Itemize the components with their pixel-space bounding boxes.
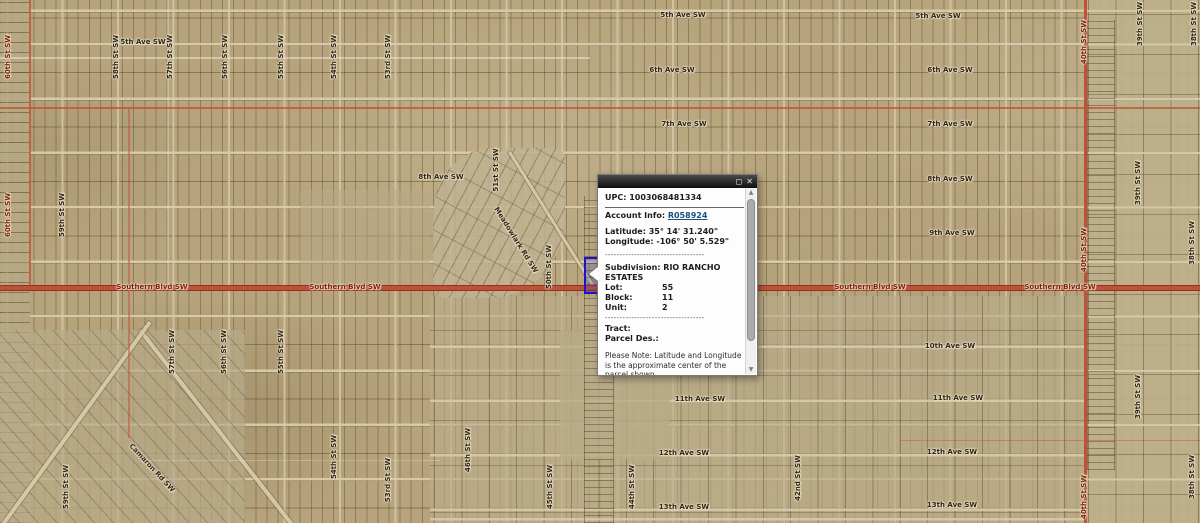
street-label: 39th St SW <box>1134 375 1142 419</box>
map-canvas[interactable]: ◻ ✕ UPC: 1003068481334 Account Info: R05… <box>0 0 1200 523</box>
parcel-grid-south <box>430 296 1086 523</box>
street-label: 57th St SW <box>166 35 174 79</box>
road-label: Southern Blvd SW <box>309 283 380 291</box>
street-label: 54th St SW <box>330 435 338 479</box>
street-label: 13th Ave SW <box>927 501 977 509</box>
street-label: 39th St SW <box>1134 161 1142 205</box>
street-label: 38th St SW <box>1190 2 1198 46</box>
road-label: Southern Blvd SW <box>1024 283 1095 291</box>
tract-label: Tract: <box>605 324 744 334</box>
street-label: 59th St SW <box>62 465 70 509</box>
street-label: 38th St SW <box>1188 221 1196 265</box>
street-label: 46th St SW <box>464 428 472 472</box>
street-label: 7th Ave SW <box>927 120 972 128</box>
lot-value: 55 <box>662 283 673 293</box>
street-label: 42nd St SW <box>794 455 802 501</box>
street-label: 12th Ave SW <box>927 448 977 456</box>
maximize-icon[interactable]: ◻ <box>736 177 743 186</box>
popup-scrollbar[interactable]: ▲ ▼ <box>745 188 756 374</box>
street-label: 12th Ave SW <box>659 449 709 457</box>
latitude-text: Latitude: 35° 14' 31.240" <box>605 227 744 237</box>
dashed-divider: ---------------------------------- <box>605 251 744 260</box>
block-row: Block:11 <box>605 293 744 303</box>
popup-pointer <box>589 267 598 281</box>
street-label: 9th Ave SW <box>929 229 974 237</box>
street-label: 55th St SW <box>277 35 285 79</box>
street-label: 6th Ave SW <box>649 66 694 74</box>
account-info-line: Account Info: R058924 <box>605 211 744 221</box>
parcel-des-label: Parcel Des.: <box>605 334 744 344</box>
street-label: 60th St SW <box>4 35 12 79</box>
street-label: 56th St SW <box>220 330 228 374</box>
dashed-divider: ---------------------------------- <box>605 314 744 323</box>
street-label: 40th St SW <box>1080 228 1088 272</box>
survey-line <box>0 57 590 59</box>
street-label: 11th Ave SW <box>933 394 983 402</box>
street-label: 45th St SW <box>546 465 554 509</box>
street-label: 13th Ave SW <box>659 503 709 511</box>
longitude-text: Longitude: -106° 50' 5.529" <box>605 237 744 247</box>
ladder-lots-east <box>1087 20 1115 470</box>
popup-titlebar[interactable]: ◻ ✕ <box>598 175 757 188</box>
street-label: 5th Ave SW <box>915 12 960 20</box>
lot-row: Lot:55 <box>605 283 744 293</box>
popup-note: Please Note: Latitude and Longitude is t… <box>605 351 744 375</box>
popup-body: UPC: 1003068481334 Account Info: R058924… <box>598 188 746 375</box>
open-land <box>300 190 430 290</box>
street-label: 5th Ave SW <box>660 11 705 19</box>
street-label: 55th St SW <box>277 330 285 374</box>
street-label: 10th Ave SW <box>925 342 975 350</box>
street-label: 51st St SW <box>492 148 500 191</box>
close-icon[interactable]: ✕ <box>746 177 753 186</box>
street-label: 7th Ave SW <box>661 120 706 128</box>
survey-line <box>140 460 440 461</box>
road-label: Southern Blvd SW <box>834 283 905 291</box>
parcel-info-popup: ◻ ✕ UPC: 1003068481334 Account Info: R05… <box>597 174 758 376</box>
street-label: 60th St SW <box>4 193 12 237</box>
street-label: 59th St SW <box>58 193 66 237</box>
unit-label: Unit: <box>605 303 662 313</box>
unit-row: Unit:2 <box>605 303 744 313</box>
street-label: 54th St SW <box>330 35 338 79</box>
street-label: 53rd St SW <box>384 35 392 79</box>
street-label: 53rd St SW <box>384 458 392 502</box>
road-minor <box>900 440 1200 441</box>
lot-label: Lot: <box>605 283 662 293</box>
subdivision-text: Subdivision: RIO RANCHO ESTATES <box>605 263 744 283</box>
account-info-label: Account Info: <box>605 211 665 220</box>
street-label: 58th St SW <box>112 35 120 79</box>
road-minor <box>128 108 130 438</box>
unit-value: 2 <box>662 303 668 313</box>
scrollbar-thumb[interactable] <box>747 199 755 341</box>
street-label: 8th Ave SW <box>418 173 463 181</box>
street-label: 38th St SW <box>1188 455 1196 499</box>
street-label: 11th Ave SW <box>675 395 725 403</box>
road-label: Southern Blvd SW <box>116 283 187 291</box>
street-label: 56th St SW <box>221 35 229 79</box>
scroll-down-icon[interactable]: ▼ <box>746 365 756 374</box>
block-label: Block: <box>605 293 662 303</box>
street-label: 8th Ave SW <box>927 175 972 183</box>
scroll-up-icon[interactable]: ▲ <box>746 188 756 197</box>
street-label: 40th St SW <box>1080 475 1088 519</box>
street-label: 50th St SW <box>545 245 553 289</box>
street-label: 39th St SW <box>1136 2 1144 46</box>
account-info-link[interactable]: R058924 <box>668 211 708 220</box>
street-label: 6th Ave SW <box>927 66 972 74</box>
road-boundary-north <box>0 107 1200 109</box>
popup-divider <box>605 207 744 208</box>
street-label: 44th St SW <box>628 465 636 509</box>
road-60th-st <box>29 0 31 291</box>
block-value: 11 <box>662 293 673 303</box>
street-label: 40th St SW <box>1080 20 1088 64</box>
street-label: 57th St SW <box>168 330 176 374</box>
street-label: 5th Ave SW <box>120 38 165 46</box>
upc-text: UPC: 1003068481334 <box>605 193 744 203</box>
